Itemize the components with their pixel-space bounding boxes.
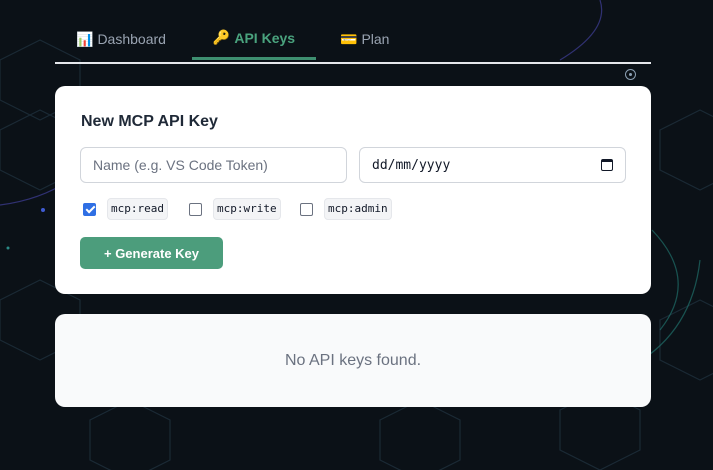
credit-card-icon: 💳 — [340, 30, 358, 47]
empty-state-message: No API keys found. — [284, 351, 422, 369]
scope-read: mcp:read — [83, 198, 168, 220]
scope-write-label: mcp:write — [213, 198, 281, 220]
tab-api-keys-label: API Keys — [234, 29, 296, 46]
scope-admin-checkbox[interactable] — [300, 202, 313, 216]
api-keys-list: No API keys found. — [55, 314, 651, 407]
tab-plan[interactable]: 💳 Plan — [340, 18, 410, 60]
scope-write-checkbox[interactable] — [189, 202, 202, 216]
target-icon[interactable] — [625, 69, 636, 80]
calendar-icon[interactable] — [601, 159, 613, 171]
key-icon: 🔑 — [212, 29, 231, 45]
scope-read-checkbox[interactable] — [83, 202, 96, 216]
tab-dashboard[interactable]: 📊 Dashboard — [76, 18, 186, 60]
tab-api-keys[interactable]: 🔑 API Keys — [192, 18, 316, 60]
tab-dashboard-label: Dashboard — [97, 31, 166, 47]
generate-key-button[interactable]: + Generate Key — [80, 237, 223, 269]
scope-write: mcp:write — [189, 198, 281, 220]
scope-read-label: mcp:read — [107, 198, 168, 220]
key-name-input[interactable] — [80, 147, 347, 183]
scope-list: mcp:read mcp:write mcp:admin — [83, 198, 623, 220]
tab-bar: 📊 Dashboard 🔑 API Keys 💳 Plan — [55, 18, 651, 64]
expiry-date-input[interactable]: dd/mm/yyyy — [359, 147, 626, 183]
new-key-title: New MCP API Key — [81, 113, 218, 130]
scope-admin: mcp:admin — [300, 198, 392, 220]
new-key-card: New MCP API Key dd/mm/yyyy mcp:read mcp:… — [55, 86, 651, 294]
bar-chart-icon: 📊 — [76, 30, 94, 47]
date-value: dd/mm/yyyy — [372, 157, 451, 173]
scope-admin-label: mcp:admin — [324, 198, 392, 220]
tab-plan-label: Plan — [361, 31, 390, 47]
